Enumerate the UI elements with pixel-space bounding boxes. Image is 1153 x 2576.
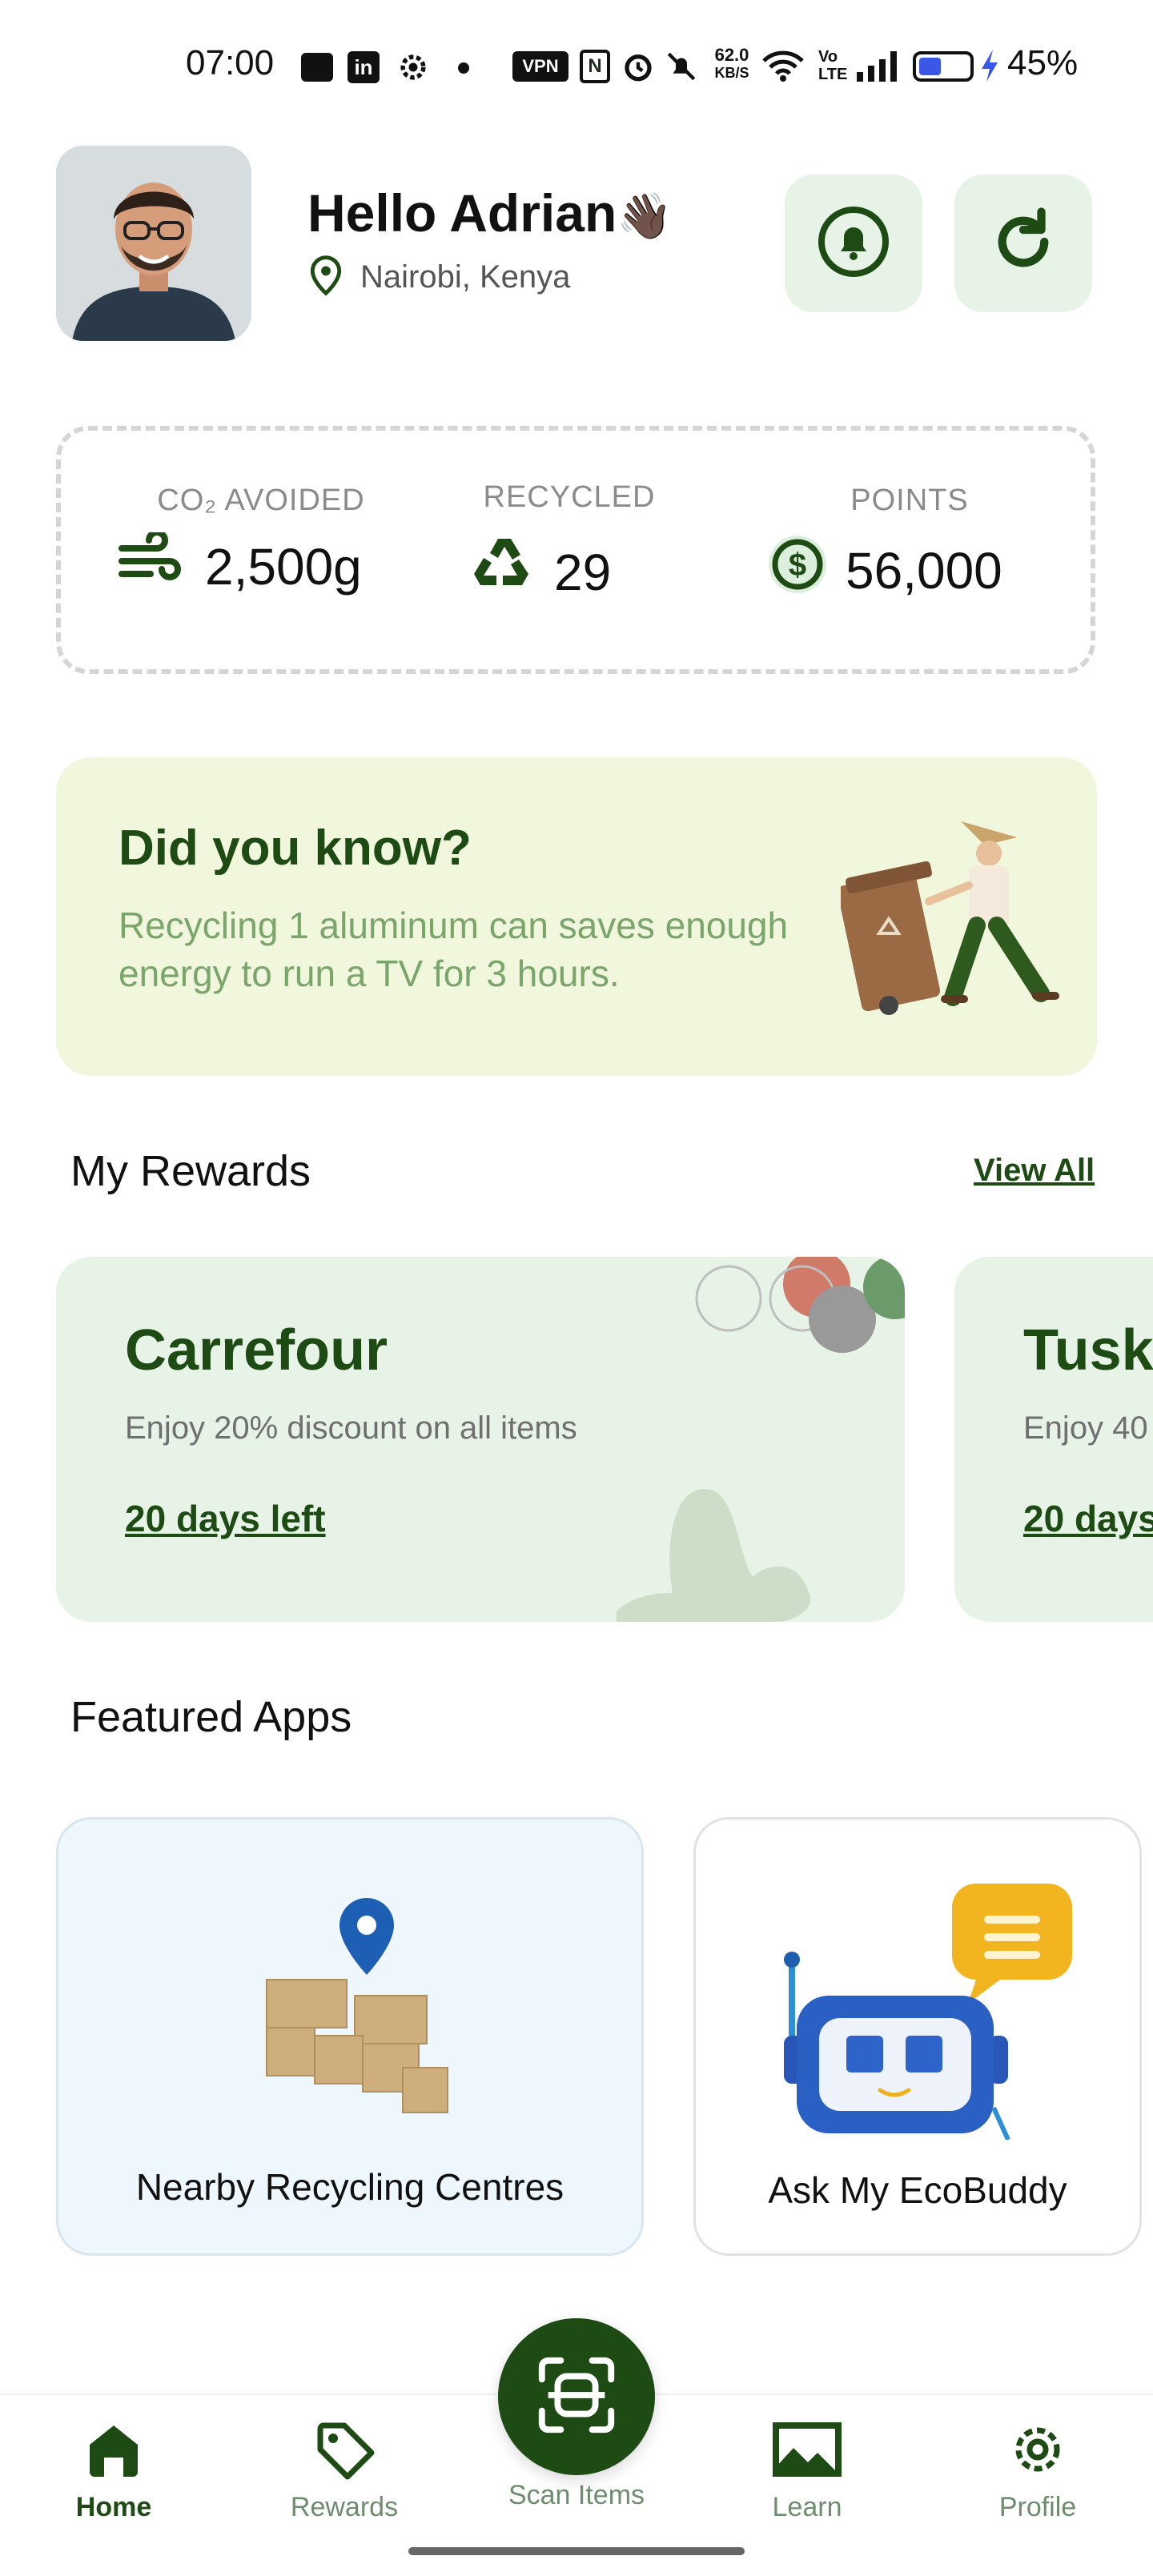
tag-icon [314,2419,375,2484]
scan-icon [532,2351,621,2443]
location-pin-icon [307,255,344,300]
refresh-icon [987,206,1059,282]
reward-card-decoration [617,1257,905,1622]
nfc-icon: N [580,50,610,83]
reward-card[interactable]: Carrefour Enjoy 20% discount on all item… [56,1257,905,1622]
stat-value: 29 [554,543,612,601]
stat-value-row: $ 56,000 [765,532,1054,608]
stat-value-row: 29 [471,532,677,612]
app-label: Ask My EcoBuddy [768,2169,1067,2211]
stat-value-row: 2,500g [117,529,389,600]
dollar-coin-icon: $ [765,532,830,608]
settings-icon [396,50,431,85]
battery-fill [919,58,941,75]
stat-value: 56,000 [846,541,1002,600]
stat-points: POINTS $ 56,000 [765,484,1054,608]
alarm-icon [621,50,655,83]
charging-icon [978,48,1001,83]
avatar[interactable] [56,146,251,341]
nearby-recycling-centres-card[interactable]: Nearby Recycling Centres [56,1817,644,2256]
status-time: 07:00 [186,43,275,82]
nav-label: Learn [772,2492,842,2522]
notification-button[interactable] [785,175,922,312]
nav-profile[interactable]: Profile [958,2419,1118,2523]
scan-items-button[interactable] [498,2318,655,2475]
reward-card[interactable]: Tusky Enjoy 40 20 days [954,1257,1153,1622]
did-you-know-text: Recycling 1 aluminum can saves enough en… [119,905,789,994]
svg-text:$: $ [789,548,806,583]
greeting-text: Hello Adrian [307,183,617,243]
boxes-location-icon [259,1892,451,2124]
dot-icon [458,62,469,74]
image-icon [771,2419,843,2484]
location-text: Nairobi, Kenya [360,259,571,295]
stat-value: 2,500g [205,537,362,596]
refresh-button[interactable] [954,175,1092,312]
gear-icon [1007,2419,1068,2484]
nav-learn[interactable]: Learn [727,2419,887,2523]
stats-panel: CO₂ AVOIDED 2,500g RECYCLED 29 POINTS $ … [56,426,1095,674]
volte-icon: Vo LTE [818,48,848,83]
app-label: Nearby Recycling Centres [135,2166,564,2208]
location: Nairobi, Kenya [307,255,570,300]
stat-label: CO₂ AVOIDED [157,484,365,517]
mute-icon [665,50,698,83]
stat-label: RECYCLED [483,480,656,514]
linkedin-icon: in [348,51,380,83]
home-indicator[interactable] [408,2547,745,2555]
signal-icon [855,50,897,83]
battery-percent: 45% [1007,43,1079,82]
nav-rewards[interactable]: Rewards [264,2419,424,2523]
recycling-person-illustration [837,813,1065,1029]
did-you-know-card[interactable]: Did you know? Recycling 1 aluminum can s… [56,757,1097,1076]
reward-offer: Enjoy 20% discount on all items [125,1410,577,1446]
net-speed-unit: KB/S [714,65,749,81]
vpn-icon: VPN [512,51,568,82]
stat-co2: CO₂ AVOIDED 2,500g [117,484,389,600]
net-speed-value: 62.0 [714,45,749,65]
notification-bell-icon [815,203,892,284]
featured-section-title: Featured Apps [70,1693,352,1741]
reward-days-left[interactable]: 20 days [1023,1497,1153,1540]
nav-label: Scan Items [508,2480,645,2510]
reward-offer: Enjoy 40 [1023,1410,1148,1446]
net-speed: 62.0 KB/S [708,46,756,82]
nav-home[interactable]: Home [34,2419,194,2523]
view-all-link[interactable]: View All [974,1153,1095,1189]
rewards-section-title: My Rewards [70,1147,311,1195]
reward-days-left[interactable]: 20 days left [125,1497,326,1540]
reward-store: Carrefour [125,1318,388,1382]
home-icon [83,2419,144,2484]
robot-chat-icon [768,1876,1072,2141]
nav-label: Rewards [290,2492,399,2522]
did-you-know-title: Did you know? [119,821,472,876]
reward-store: Tusky [1023,1318,1153,1382]
ask-my-ecobuddy-card[interactable]: Ask My EcoBuddy [693,1817,1142,2256]
nav-label: Home [75,2492,152,2522]
wifi-icon [762,50,804,83]
nav-label: Profile [998,2492,1077,2522]
wave-emoji: 👋🏿 [617,191,673,241]
stat-label: POINTS [850,484,969,517]
stat-recycled: RECYCLED 29 [461,480,677,612]
greeting: Hello Adrian👋🏿 [307,183,673,243]
wind-icon [117,529,189,600]
notification-icon [301,53,333,82]
recycle-icon [471,532,538,612]
battery-icon [913,51,974,82]
nav-scan-items[interactable]: Scan Items [496,2480,657,2511]
status-bar: 07:00 in VPN N 62.0 KB/S Vo LTE 45% [0,32,1153,104]
